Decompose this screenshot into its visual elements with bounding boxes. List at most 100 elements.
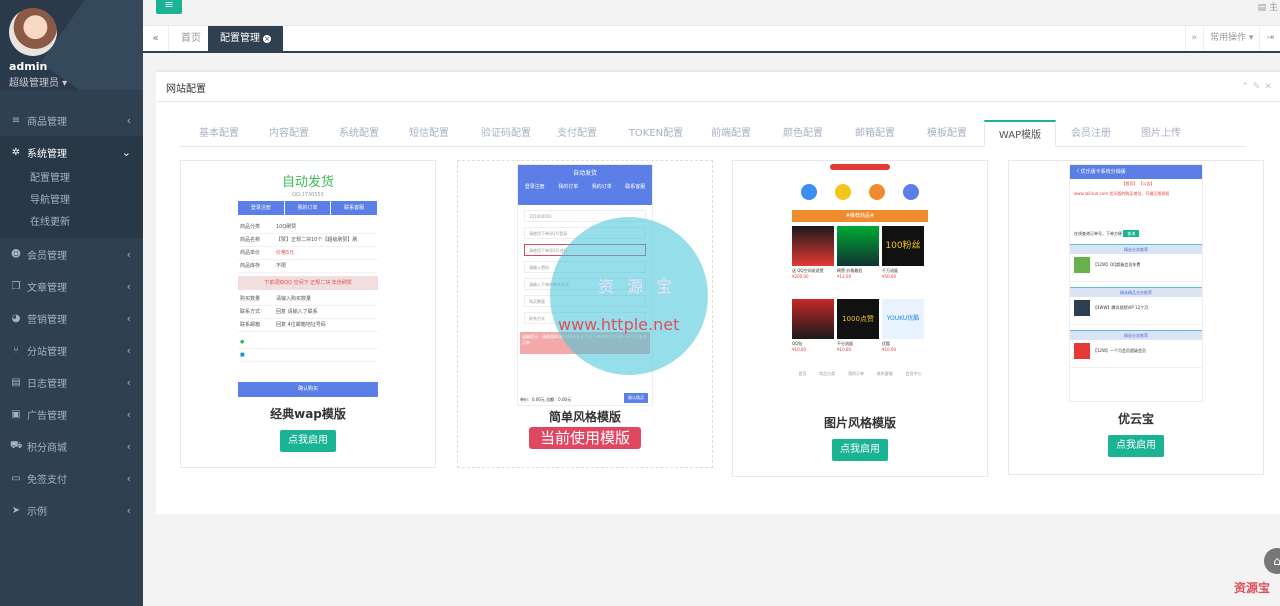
template-card-image: #推荐商品# 送 QQ空间说说赞 ¥200.00 刷赞 价格最低 ¥12.00 10…: [732, 160, 988, 477]
preview-notice: 下单须知QQ 空间下 正规二块 年份刷赞: [238, 276, 378, 290]
robot-icon: [903, 184, 919, 200]
site-config-panel: 网站配置 ⌃✎✕ 基本配置 内容配置 系统配置 短信配置 验证码配置 支付配置 …: [156, 70, 1280, 514]
profile-block: admin 超级管理员 ▾: [0, 0, 143, 90]
exit-button[interactable]: ⇥: [1259, 26, 1280, 51]
gear-icon: ✲: [11, 146, 21, 158]
config-tabs: 基本配置 内容配置 系统配置 短信配置 验证码配置 支付配置 TOKEN配置 前…: [180, 120, 1246, 147]
product-grid: 送 QQ空间说说赞 ¥200.00 刷赞 价格最低 ¥12.00 100粉丝 千万流量…: [792, 226, 928, 369]
template-name: 经典wap模版: [270, 407, 346, 421]
tabs-scroll-right-button[interactable]: »: [1184, 26, 1204, 51]
chevron-left-icon: ‹: [126, 375, 131, 389]
sidebar-subitem-config[interactable]: 配置管理: [0, 168, 143, 190]
double-right-icon: »: [1191, 33, 1198, 43]
enable-template-button[interactable]: 点我启用: [280, 430, 336, 452]
chevron-left-icon: ‹: [126, 439, 131, 453]
sidebar-item-free-pay[interactable]: ▭ 免签支付 ‹: [0, 462, 143, 494]
preview-row: 购买数量 请输入购买数量: [238, 293, 378, 306]
chevron-left-icon: ‹: [126, 407, 131, 421]
enable-template-button[interactable]: 点我启用: [832, 439, 888, 461]
wechat-pay-option: ●: [238, 336, 378, 349]
home-icon[interactable]: ⌂: [1264, 548, 1280, 574]
tab-frontend-config[interactable]: 前端配置: [702, 120, 760, 147]
tab-config-management[interactable]: 配置管理 ×: [208, 26, 283, 51]
chevron-left-icon: ‹: [126, 247, 131, 261]
panel-tools: ⌃✎✕: [1241, 82, 1276, 92]
sidebar-item-members[interactable]: ☻ 会员管理 ‹: [0, 238, 143, 270]
tabs-right-controls: » 常用操作 ▾ ⇥: [1184, 26, 1280, 51]
preview-header: 自动发货 登录注册 我的订单 我的订单 联系客服: [518, 165, 652, 205]
wifi-icon: [801, 184, 817, 200]
wechat-icon: ●: [240, 339, 245, 345]
avatar[interactable]: [9, 8, 57, 56]
tab-sms-config[interactable]: 短信配置: [400, 120, 458, 147]
product-card: 送 QQ空间说说赞 ¥200.00: [792, 226, 834, 296]
sidebar-item-example[interactable]: ➤ 示例 ‹: [0, 494, 143, 526]
watermark-url: www.httple.net: [558, 315, 680, 334]
sidebar: admin 超级管理员 ▾ ≡ 商品管理 ‹ ✲ 系统管理 ⌄ 配置管理 导航管理 在线…: [0, 0, 143, 606]
qq-icon: [835, 184, 851, 200]
template-name: 图片风格模版: [823, 416, 896, 430]
chevron-left-icon: ‹: [126, 343, 131, 357]
tab-payment-config[interactable]: 支付配置: [548, 120, 606, 147]
sidebar-item-logs[interactable]: ▤ 日志管理 ‹: [0, 366, 143, 398]
close-icon[interactable]: ×: [263, 35, 271, 43]
send-icon: ➤: [11, 504, 21, 516]
alipay-icon: ■: [240, 352, 245, 358]
sidebar-item-branches[interactable]: ⑂ 分站管理 ‹: [0, 334, 143, 366]
sidebar-item-marketing[interactable]: ◕ 营销管理 ‹: [0, 302, 143, 334]
tab-template-config[interactable]: 模板配置: [918, 120, 976, 147]
tab-email-config[interactable]: 邮箱配置: [846, 120, 904, 147]
preview-row: 联系方式 回复 请输入了联系: [238, 306, 378, 319]
sidebar-subitem-nav[interactable]: 导航管理: [0, 190, 143, 212]
preview-row: 商品单价 价格5元: [238, 247, 378, 260]
chevron-down-icon: ⌄: [121, 145, 131, 159]
menu-toggle-button[interactable]: ≡: [156, 0, 182, 14]
tab-image-upload[interactable]: 图片上传: [1132, 120, 1190, 147]
tab-captcha-config[interactable]: 验证码配置: [472, 120, 540, 147]
preview-buttons: 登录注册 我的订单 联系客服: [238, 201, 378, 215]
sidebar-item-system[interactable]: ✲ 系统管理 ⌄: [0, 136, 143, 168]
sidebar-item-points-mall[interactable]: ⛟ 积分商城 ‹: [0, 430, 143, 462]
template-name: 优云宝: [1117, 412, 1154, 426]
product-card: 刷赞 价格最低 ¥12.00: [837, 226, 879, 296]
close-icon[interactable]: ✕: [1264, 82, 1276, 92]
template-preview-youyunbao[interactable]: 〈 优乐版卡系统分销版 【首页】 【公告】 www.lailirun.com 优…: [1069, 164, 1203, 402]
content-tabs-bar: « 首页 配置管理 × » 常用操作 ▾ ⇥: [143, 26, 1280, 53]
sidebar-item-ads[interactable]: ▣ 广告管理 ‹: [0, 398, 143, 430]
cart-icon: ⛟: [10, 439, 23, 451]
chevron-left-icon: ‹: [126, 471, 131, 485]
product-card: 100粉丝 千万流量 ¥50.00: [882, 226, 924, 296]
tab-member-register[interactable]: 会员注册: [1062, 120, 1120, 147]
admin-role-dropdown[interactable]: 超级管理员 ▾: [9, 74, 143, 89]
tv-icon: ▤: [1257, 3, 1269, 13]
tab-basic-config[interactable]: 基本配置: [190, 120, 248, 147]
hamburger-icon: ≡: [164, 0, 174, 11]
sidebar-subitem-update[interactable]: 在线更新: [0, 212, 143, 234]
tabs-scroll-left-button[interactable]: «: [143, 26, 169, 51]
common-operations-dropdown[interactable]: 常用操作 ▾: [1203, 26, 1259, 51]
tab-token-config[interactable]: TOKEN配置: [620, 120, 692, 147]
template-preview-image[interactable]: #推荐商品# 送 QQ空间说说赞 ¥200.00 刷赞 价格最低 ¥12.00 10…: [792, 164, 928, 404]
corner-watermark: 资源宝: [1233, 581, 1270, 595]
image-icon: ▣: [11, 408, 21, 420]
collapse-icon[interactable]: ⌃: [1241, 82, 1253, 92]
chevron-left-icon: ‹: [126, 503, 131, 517]
tab-color-config[interactable]: 颜色配置: [774, 120, 832, 147]
preview-footer-nav: 首页 商品分类 我的订单 联系客服 会员中心: [798, 371, 922, 376]
chevron-left-icon: ‹: [126, 279, 131, 293]
enable-template-button[interactable]: 点我启用: [1108, 435, 1164, 457]
sidebar-item-articles[interactable]: ❐ 文章管理 ‹: [0, 270, 143, 302]
tab-wap-template[interactable]: WAP模版: [984, 120, 1056, 147]
sidebar-item-goods[interactable]: ≡ 商品管理 ‹: [0, 104, 143, 136]
tab-content-config[interactable]: 内容配置: [260, 120, 318, 147]
chevron-left-icon: ‹: [126, 113, 131, 127]
double-left-icon: «: [152, 33, 159, 44]
tab-home[interactable]: 首页: [169, 26, 213, 51]
card-icon: ▭: [11, 472, 21, 484]
sidebar-nav: ≡ 商品管理 ‹ ✲ 系统管理 ⌄ 配置管理 导航管理 在线更新 ☻ 会员管理 ‹ ❐ 文章管…: [0, 104, 143, 526]
top-right-menu[interactable]: ▤ 主: [1258, 0, 1278, 13]
panel-title: 网站配置: [156, 72, 1280, 102]
wrench-icon[interactable]: ✎: [1253, 82, 1265, 92]
template-preview-classic[interactable]: 自动发货 QQ:1730555 登录注册 我的订单 联系客服 商品分类 10Q刷赞…: [238, 171, 378, 397]
tab-system-config[interactable]: 系统配置: [330, 120, 388, 147]
